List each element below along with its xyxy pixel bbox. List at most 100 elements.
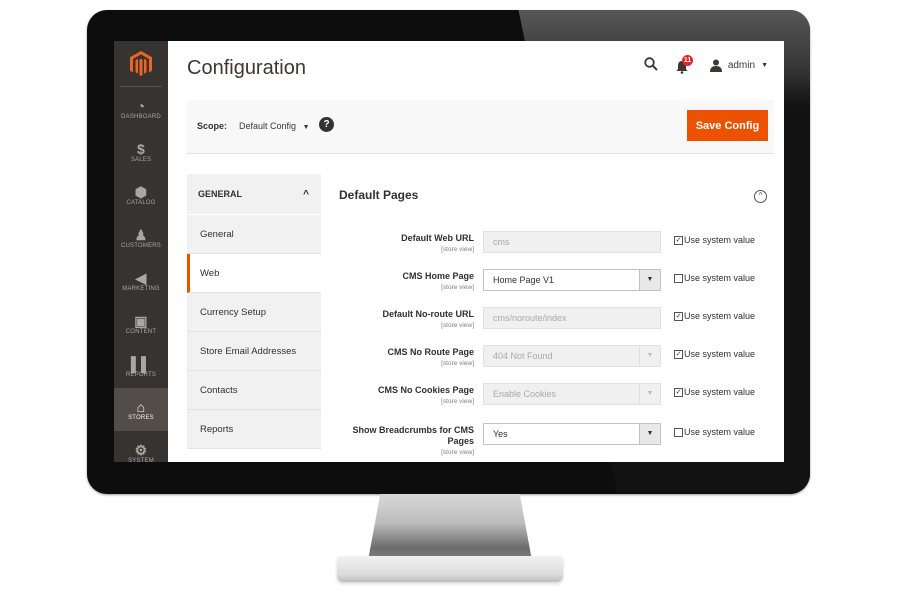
user-menu[interactable]: admin ▼: [709, 59, 768, 72]
checkbox-checked-icon[interactable]: ✓: [674, 387, 683, 397]
tab-currency-setup[interactable]: Currency Setup: [187, 293, 321, 332]
default-web-url-input[interactable]: cms: [483, 231, 661, 253]
config-field-row: Show Breadcrumbs for CMS Pages [store vie…: [339, 423, 779, 459]
tab-general[interactable]: General: [187, 215, 321, 254]
page-title: Configuration: [187, 57, 306, 79]
monitor-base: [337, 556, 563, 582]
use-system-value-checkbox[interactable]: Use system value: [674, 273, 755, 283]
dollar-icon: $: [137, 140, 145, 157]
nav-item-reports[interactable]: ▌▌ REPORTS: [114, 345, 168, 388]
field-scope: [store view]: [441, 284, 474, 291]
nav-item-customers[interactable]: ♟ CUSTOMERS: [114, 216, 168, 259]
use-system-value-label: Use system value: [684, 349, 756, 359]
config-tabs: GENERAL ^ General Web Currency Setup Store …: [187, 174, 321, 462]
field-value: Home Page V1: [493, 275, 555, 285]
field-value: Yes: [493, 429, 508, 439]
section-title: Default Pages: [339, 188, 419, 202]
default-no-route-url-input[interactable]: cms/noroute/index: [483, 307, 661, 329]
notifications-button[interactable]: 11: [676, 54, 694, 74]
nav-item-label: SALES: [130, 156, 152, 163]
use-system-value-label: Use system value: [684, 311, 756, 321]
nav-item-marketing[interactable]: ◀ MARKETING: [114, 259, 168, 302]
scope-value: Default Config: [239, 121, 297, 131]
use-system-value-checkbox[interactable]: Use system value: [674, 427, 755, 437]
config-field-row: Default Web URL [store view] cms ✓ Use syste…: [339, 231, 779, 267]
nav-item-label: MARKETING: [122, 285, 160, 292]
field-scope: [store view]: [441, 398, 474, 405]
tab-web[interactable]: Web: [187, 254, 321, 293]
magento-logo[interactable]: [120, 41, 162, 87]
save-config-button[interactable]: Save Config: [687, 110, 768, 141]
tab-reports[interactable]: Reports: [187, 410, 321, 449]
checkbox-unchecked-icon[interactable]: [674, 273, 683, 283]
user-name: admin: [727, 60, 756, 71]
nav-item-system[interactable]: ⚙ SYSTEM: [114, 431, 168, 463]
admin-screen: ◔ DASHBOARD $ SALES ⬢ CATALOG ♟ CUSTOMERS ◀ MARKE…: [114, 41, 784, 462]
header-actions: 11 admin ▼: [644, 54, 768, 74]
field-label: CMS No Route Page [store view]: [329, 347, 474, 369]
config-field-row: CMS No Route Page [store view] 404 Not Fou…: [339, 345, 779, 381]
use-system-value-checkbox[interactable]: ✓ Use system value: [674, 235, 755, 245]
use-system-value-checkbox[interactable]: ✓ Use system value: [674, 387, 755, 397]
config-field-row: CMS Home Page [store view] Home Page V1 ▼ Us…: [339, 269, 779, 305]
scope-label: Scope:: [197, 121, 228, 131]
megaphone-icon: ◀: [135, 269, 147, 286]
nav-item-label: CONTENT: [125, 328, 157, 335]
chevron-down-icon: ▼: [639, 346, 660, 366]
show-breadcrumbs-for-cms-pages-select[interactable]: Yes ▼: [483, 423, 661, 445]
store-icon: ⌂: [136, 398, 146, 415]
nav-item-catalog[interactable]: ⬢ CATALOG: [114, 173, 168, 216]
use-system-value-label: Use system value: [684, 235, 756, 245]
field-label: Default Web URL [store view]: [329, 233, 474, 255]
field-label: Show Breadcrumbs for CMS Pages [store vie…: [329, 425, 474, 458]
field-value: cms: [493, 237, 510, 247]
nav-item-stores[interactable]: ⌂ STORES: [114, 388, 168, 431]
tab-store-email-addresses[interactable]: Store Email Addresses: [187, 332, 321, 371]
bar-chart-icon: ▌▌: [130, 355, 152, 372]
scope-switcher[interactable]: Default Config ▼: [239, 121, 310, 131]
use-system-value-label: Use system value: [684, 387, 756, 397]
scope-bar: Scope: Default Config ▼ ? Save Config: [187, 100, 774, 154]
field-value: Enable Cookies: [493, 389, 557, 399]
checkbox-unchecked-icon[interactable]: [674, 427, 683, 437]
config-field-row: CMS No Cookies Page [store view] Enable Co…: [339, 383, 779, 419]
nav-item-label: REPORTS: [125, 371, 157, 378]
collapse-icon[interactable]: ^: [754, 190, 767, 203]
chevron-down-icon: ▼: [639, 424, 660, 444]
tab-group-title: GENERAL: [198, 189, 243, 199]
field-label: CMS Home Page [store view]: [329, 271, 474, 293]
person-icon: ♟: [134, 226, 148, 243]
chevron-down-icon: ▼: [639, 270, 660, 290]
user-icon: [709, 59, 722, 72]
help-icon[interactable]: ?: [319, 117, 334, 132]
nav-item-label: CATALOG: [126, 199, 156, 206]
chevron-up-icon: ^: [303, 188, 309, 200]
nav-item-sales[interactable]: $ SALES: [114, 130, 168, 173]
nav-item-content[interactable]: ▣ CONTENT: [114, 302, 168, 345]
checkbox-checked-icon[interactable]: ✓: [674, 235, 683, 245]
nav-item-label: CUSTOMERS: [120, 242, 162, 249]
cms-no-route-page-select[interactable]: 404 Not Found ▼: [483, 345, 661, 367]
checkbox-checked-icon[interactable]: ✓: [674, 311, 683, 321]
field-value: 404 Not Found: [493, 351, 553, 361]
tab-group-general[interactable]: GENERAL ^: [187, 174, 321, 215]
use-system-value-label: Use system value: [684, 427, 756, 437]
field-label: CMS No Cookies Page [store view]: [329, 385, 474, 407]
field-scope: [store view]: [441, 322, 474, 329]
nav-item-dashboard[interactable]: ◔ DASHBOARD: [114, 87, 168, 130]
layout-icon: ▣: [134, 312, 148, 329]
cms-home-page-select[interactable]: Home Page V1 ▼: [483, 269, 661, 291]
nav-item-label: STORES: [128, 414, 154, 421]
field-scope: [store view]: [441, 449, 474, 456]
search-icon[interactable]: [644, 57, 658, 74]
use-system-value-checkbox[interactable]: ✓ Use system value: [674, 349, 755, 359]
chevron-down-icon: ▼: [761, 62, 768, 69]
cms-no-cookies-page-select[interactable]: Enable Cookies ▼: [483, 383, 661, 405]
tab-contacts[interactable]: Contacts: [187, 371, 321, 410]
field-label: Default No-route URL [store view]: [329, 309, 475, 331]
box-icon: ⬢: [134, 183, 148, 200]
field-value: cms/noroute/index: [493, 313, 567, 323]
checkbox-checked-icon[interactable]: ✓: [674, 349, 683, 359]
use-system-value-checkbox[interactable]: ✓ Use system value: [674, 311, 755, 321]
magento-logo-icon: [130, 50, 152, 76]
